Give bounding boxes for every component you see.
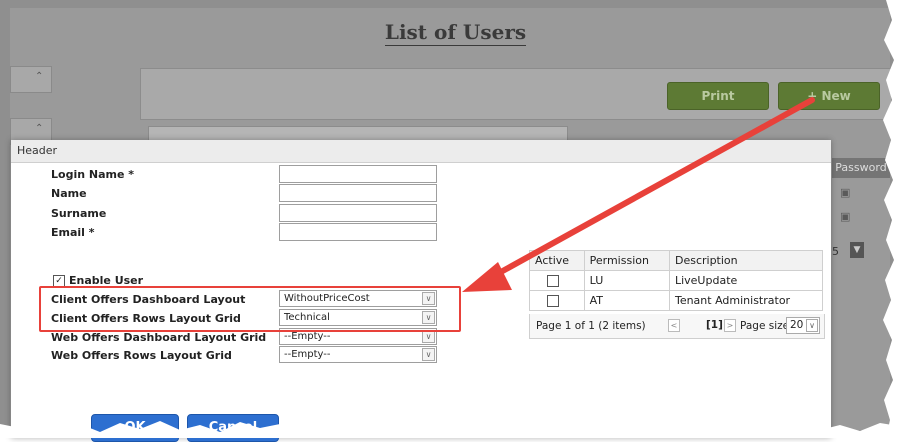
torn-edge-right xyxy=(883,0,911,438)
torn-edge-bottom xyxy=(0,421,911,438)
annotation-arrow xyxy=(462,97,815,292)
